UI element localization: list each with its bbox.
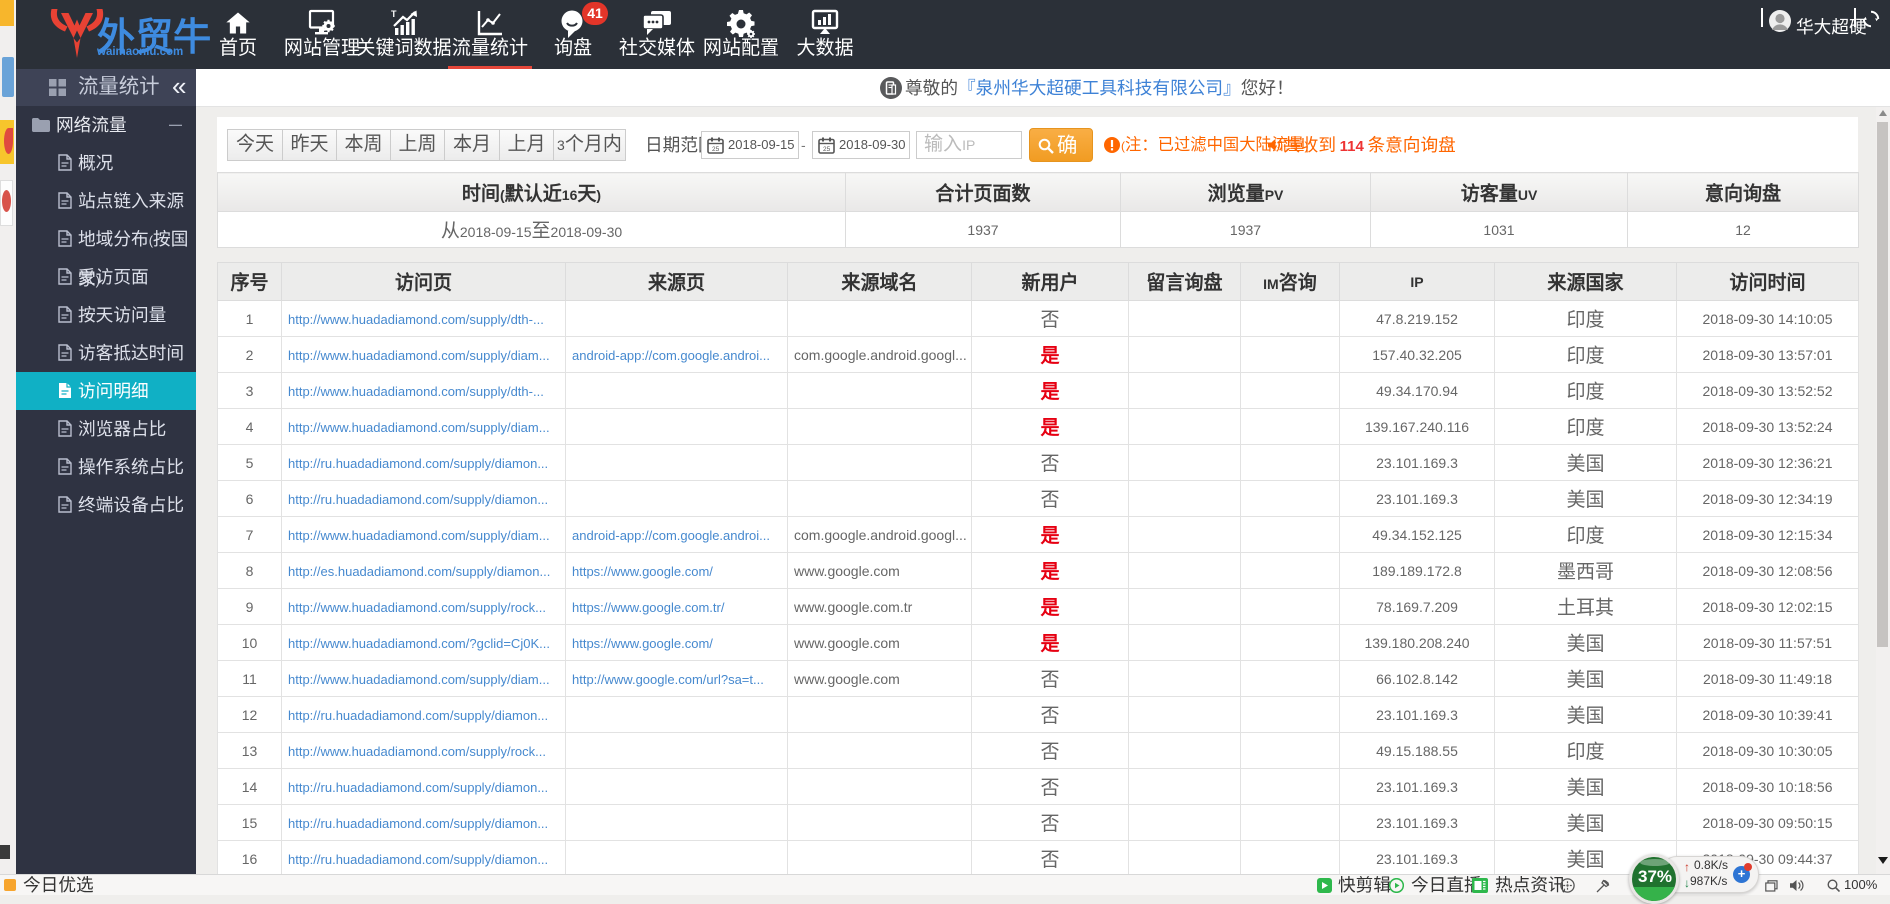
svg-text:25: 25	[823, 146, 831, 153]
svg-text:25: 25	[712, 146, 720, 153]
svg-text:T: T	[391, 9, 397, 19]
